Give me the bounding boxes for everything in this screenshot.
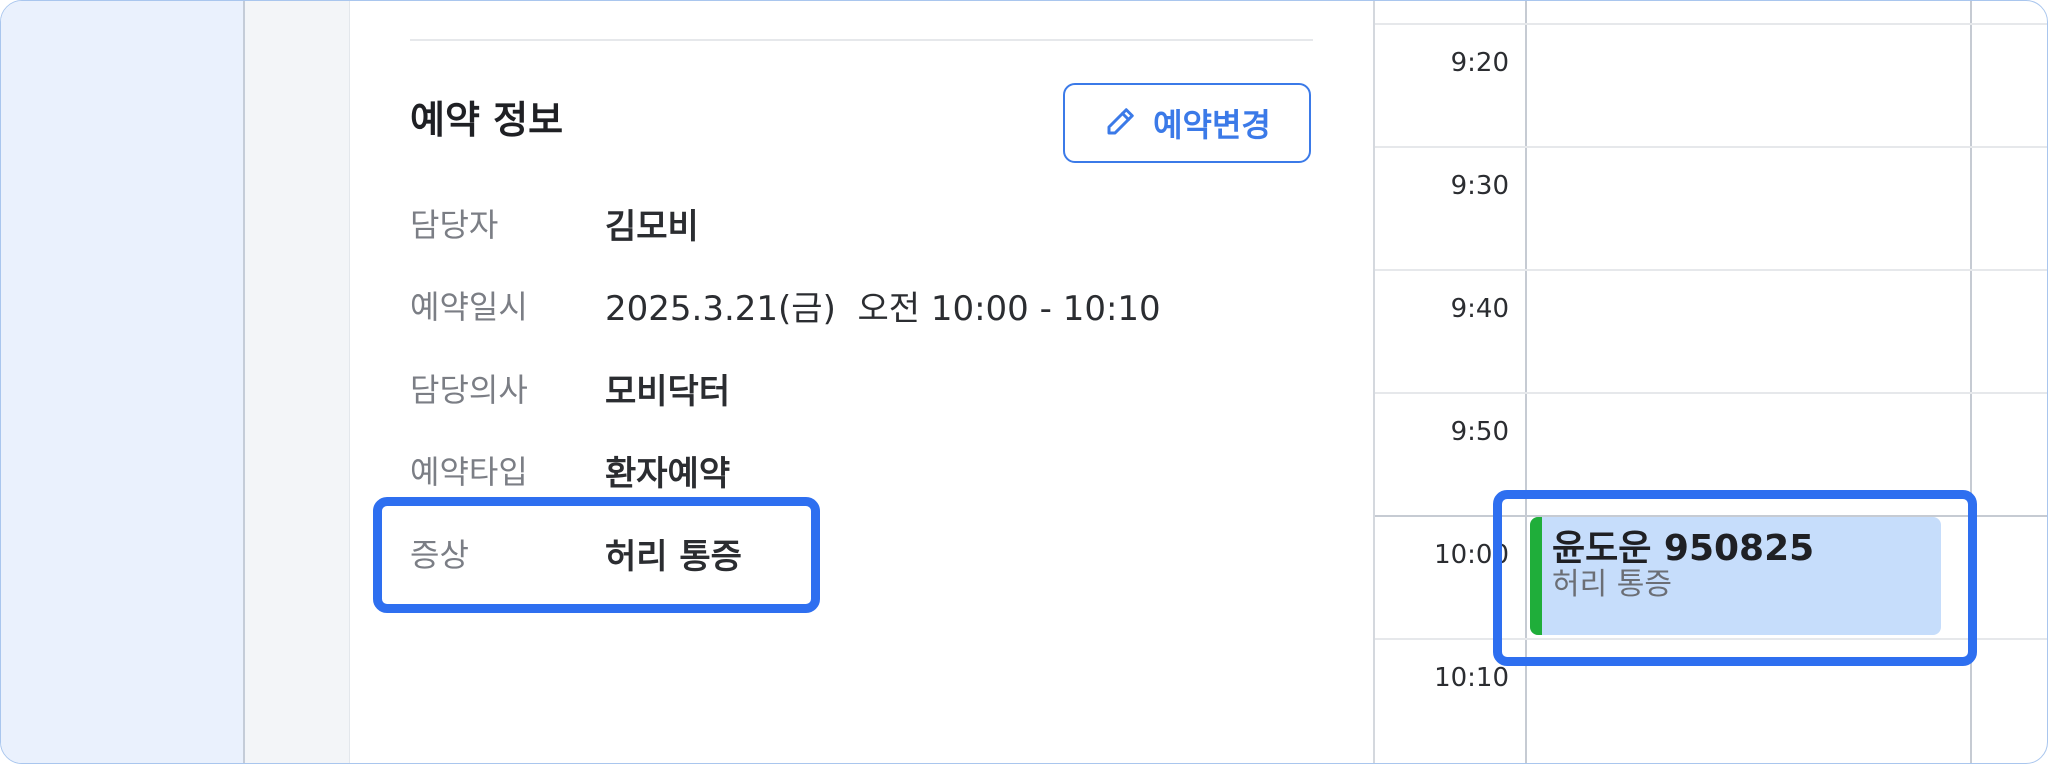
info-row-datetime: 예약일시 2025.3.21(금) 오전 10:00 - 10:10 <box>410 280 1161 330</box>
time-label: 10:10 <box>1434 663 1509 693</box>
info-value: 김모비 <box>605 206 699 247</box>
time-gridline <box>1375 392 2047 394</box>
info-label: 담당의사 <box>410 371 528 409</box>
info-label: 담당자 <box>410 206 499 244</box>
reservation-detail-panel: 예약 정보 예약변경 담당자 김모비 예약일시 2025.3.21(금) 오전 … <box>350 1 1373 763</box>
time-label: 10:00 <box>1434 540 1509 570</box>
section-title: 예약 정보 <box>410 98 564 142</box>
info-value: 2025.3.21(금) 오전 10:00 - 10:10 <box>605 288 1161 329</box>
info-row-doctor: 담당의사 모비닥터 <box>410 363 730 413</box>
sidebar-left <box>1 1 243 763</box>
time-label: 9:30 <box>1450 171 1509 201</box>
time-label: 9:20 <box>1450 48 1509 78</box>
time-gridline <box>1375 146 2047 148</box>
calendar-view: 9:20 9:30 9:40 9:50 10:00 10:10 윤도운 9508… <box>1373 1 2047 763</box>
gutter-column <box>245 1 350 763</box>
time-gridline <box>1375 23 2047 25</box>
pencil-icon <box>1103 103 1139 143</box>
time-gridline <box>1375 269 2047 271</box>
time-label: 9:40 <box>1450 294 1509 324</box>
info-row-type: 예약타입 환자예약 <box>410 445 730 495</box>
info-label: 예약일시 <box>410 288 528 326</box>
edit-reservation-button[interactable]: 예약변경 <box>1063 83 1311 163</box>
info-label: 예약타입 <box>410 453 528 491</box>
symptom-highlight-box <box>373 497 820 613</box>
app-window: 예약 정보 예약변경 담당자 김모비 예약일시 2025.3.21(금) 오전 … <box>0 0 2048 764</box>
time-label: 9:50 <box>1450 417 1509 447</box>
info-row-staff: 담당자 김모비 <box>410 198 699 248</box>
event-highlight-box <box>1493 490 1977 666</box>
edit-button-label: 예약변경 <box>1153 106 1271 144</box>
panel-divider <box>410 39 1313 41</box>
info-value: 모비닥터 <box>605 371 731 412</box>
calendar-divider <box>1373 1 1375 763</box>
info-value: 환자예약 <box>605 453 731 494</box>
